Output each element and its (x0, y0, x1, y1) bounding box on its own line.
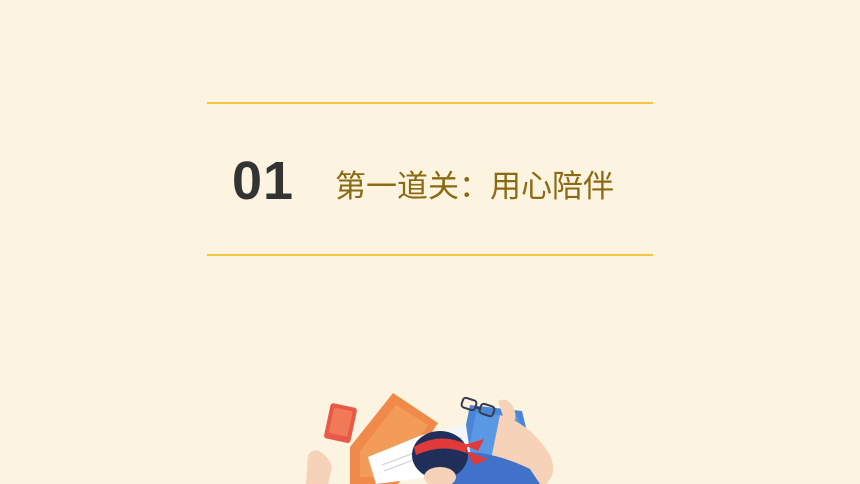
top-divider-line (207, 102, 653, 104)
student-asleep-on-books-illustration (306, 393, 554, 484)
phone-icon (324, 403, 357, 443)
section-title: 第一道关：用心陪伴 (335, 169, 614, 205)
bottom-divider-line (207, 254, 653, 256)
section-number: 01 (232, 151, 295, 211)
section-divider-slide: 01 第一道关：用心陪伴 (0, 0, 860, 484)
